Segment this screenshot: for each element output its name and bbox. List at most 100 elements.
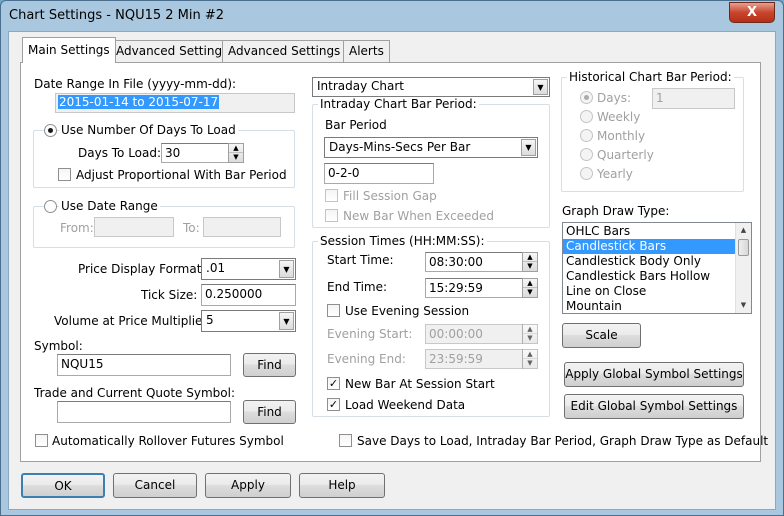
historical-quarterly-label: Quarterly	[597, 148, 654, 162]
days-to-load-input[interactable]: 30	[161, 143, 229, 163]
chevron-down-icon: ▼	[279, 312, 294, 330]
new-bar-session-start-label: New Bar At Session Start	[345, 377, 495, 391]
tab-advanced-settings-2[interactable]: Advanced Settings 2	[222, 40, 358, 62]
use-date-range-label: Use Date Range	[59, 199, 160, 213]
price-display-format-select[interactable]: .01 ▼	[201, 258, 296, 280]
historical-yearly-radio[interactable]	[580, 167, 593, 180]
chart-type-value: Intraday Chart	[317, 79, 404, 93]
from-label: From:	[60, 221, 94, 235]
historical-period-title: Historical Chart Bar Period:	[567, 70, 734, 84]
save-default-label: Save Days to Load, Intraday Bar Period, …	[357, 434, 769, 448]
end-time-stepper[interactable]: ▲ ▼	[522, 278, 538, 298]
evening-start-input[interactable]: 00:00:00	[425, 324, 523, 344]
date-range-value: 2015-01-14 to 2015-07-17	[58, 95, 220, 109]
historical-weekly-radio[interactable]	[580, 110, 593, 123]
close-icon[interactable]: X	[729, 2, 775, 23]
graph-draw-type-label: Graph Draw Type:	[562, 204, 670, 218]
save-default-checkbox[interactable]	[339, 434, 352, 447]
apply-global-symbol-settings-button[interactable]: Apply Global Symbol Settings	[564, 362, 744, 387]
title-bar: Chart Settings - NQU15 2 Min #2 X	[1, 1, 783, 31]
historical-days-radio[interactable]	[580, 91, 593, 104]
bar-period-input[interactable]: 0-2-0	[324, 163, 434, 184]
fill-session-gap-label: Fill Session Gap	[343, 189, 437, 203]
load-weekend-data-checkbox[interactable]: ✓	[327, 398, 340, 411]
days-to-load-stepper[interactable]: ▲ ▼	[228, 143, 244, 163]
scale-button[interactable]: Scale	[562, 323, 641, 348]
chart-type-select[interactable]: Intraday Chart ▼	[312, 77, 550, 97]
new-bar-session-start-checkbox[interactable]: ✓	[327, 377, 340, 390]
evening-session-checkbox[interactable]	[327, 304, 340, 317]
evening-session-label: Use Evening Session	[345, 304, 470, 318]
apply-button[interactable]: Apply	[205, 473, 291, 498]
historical-days-input[interactable]: 1	[652, 88, 735, 109]
date-range-field: 2015-01-14 to 2015-07-17	[55, 93, 295, 113]
list-item[interactable]: Candlestick Bars Hollow	[563, 269, 751, 284]
start-time-stepper[interactable]: ▲ ▼	[522, 252, 538, 272]
list-item[interactable]: Candlestick Body Only	[563, 254, 751, 269]
bar-period-select[interactable]: Days-Mins-Secs Per Bar ▼	[324, 137, 538, 158]
evening-start-stepper[interactable]: ▲ ▼	[522, 324, 538, 344]
session-times-title: Session Times (HH:MM:SS):	[318, 234, 487, 248]
scroll-down-icon[interactable]: ▼	[736, 298, 751, 313]
load-weekend-data-label: Load Weekend Data	[345, 398, 466, 412]
historical-days-label: Days:	[597, 91, 631, 105]
help-button[interactable]: Help	[299, 473, 385, 498]
chevron-down-icon: ▼	[533, 79, 548, 95]
days-to-load-radio[interactable]	[44, 124, 57, 137]
evening-end-stepper[interactable]: ▲ ▼	[522, 349, 538, 369]
date-range-label: Date Range In File (yyyy-mm-dd):	[34, 77, 237, 91]
symbol-label: Symbol:	[34, 339, 83, 353]
list-item[interactable]: Candlestick Bars	[563, 239, 751, 254]
new-bar-exceeded-label: New Bar When Exceeded	[343, 209, 495, 223]
list-item[interactable]: Line on Close	[563, 284, 751, 299]
historical-monthly-radio[interactable]	[580, 129, 593, 142]
trade-quote-input[interactable]	[57, 401, 231, 423]
tab-alerts[interactable]: Alerts	[343, 40, 390, 62]
graph-draw-scrollbar[interactable]: ▲ ▼	[735, 223, 751, 313]
volume-multiplier-value: 5	[206, 313, 214, 327]
trade-quote-label: Trade and Current Quote Symbol:	[34, 386, 235, 400]
volume-multiplier-select[interactable]: 5 ▼	[201, 310, 296, 332]
tick-size-label: Tick Size:	[141, 288, 198, 302]
auto-rollover-label: Automatically Rollover Futures Symbol	[52, 434, 284, 448]
edit-global-symbol-settings-button[interactable]: Edit Global Symbol Settings	[564, 394, 744, 419]
symbol-input[interactable]: NQU15	[57, 354, 231, 376]
use-date-range-radio[interactable]	[44, 200, 57, 213]
start-time-input[interactable]: 08:30:00	[425, 252, 523, 272]
tick-size-input[interactable]: 0.250000	[201, 284, 296, 306]
end-time-label: End Time:	[327, 280, 388, 294]
intraday-bar-period-title: Intraday Chart Bar Period:	[318, 97, 479, 111]
symbol-find-button[interactable]: Find	[243, 353, 296, 377]
to-date-input[interactable]	[203, 217, 281, 237]
ok-button[interactable]: OK	[21, 473, 105, 498]
list-item[interactable]: OHLC Bars	[563, 224, 751, 239]
evening-end-label: Evening End:	[327, 352, 406, 366]
chevron-down-icon: ▼	[521, 139, 536, 156]
price-display-format-label: Price Display Format:	[78, 262, 206, 276]
fill-session-gap-checkbox[interactable]	[325, 189, 338, 202]
list-item[interactable]: Mountain	[563, 299, 751, 313]
end-time-input[interactable]: 15:29:59	[425, 278, 523, 298]
graph-draw-type-list[interactable]: OHLC Bars Candlestick Bars Candlestick B…	[562, 222, 752, 314]
cancel-button[interactable]: Cancel	[113, 473, 197, 498]
scroll-thumb[interactable]	[738, 239, 749, 256]
chevron-down-icon: ▼	[279, 260, 294, 278]
volume-multiplier-label: Volume at Price Multiplier:	[54, 314, 212, 328]
from-date-input[interactable]	[94, 217, 174, 237]
auto-rollover-checkbox[interactable]	[35, 434, 48, 447]
evening-end-input[interactable]: 23:59:59	[425, 349, 523, 369]
days-to-load-radio-label: Use Number Of Days To Load	[59, 123, 238, 137]
scroll-up-icon[interactable]: ▲	[736, 223, 751, 238]
new-bar-exceeded-checkbox[interactable]	[325, 209, 338, 222]
trade-quote-find-button[interactable]: Find	[243, 400, 296, 424]
days-to-load-label: Days To Load:	[78, 146, 162, 160]
adjust-proportional-checkbox[interactable]	[58, 168, 71, 181]
adjust-proportional-label: Adjust Proportional With Bar Period	[76, 168, 287, 182]
evening-start-label: Evening Start:	[327, 327, 413, 341]
price-display-format-value: .01	[206, 261, 226, 275]
window-title: Chart Settings - NQU15 2 Min #2	[9, 8, 225, 23]
tab-advanced-settings[interactable]: Advanced Settings	[110, 40, 235, 62]
tab-main-settings[interactable]: Main Settings	[22, 37, 116, 63]
historical-quarterly-radio[interactable]	[580, 148, 593, 161]
historical-weekly-label: Weekly	[597, 110, 641, 124]
